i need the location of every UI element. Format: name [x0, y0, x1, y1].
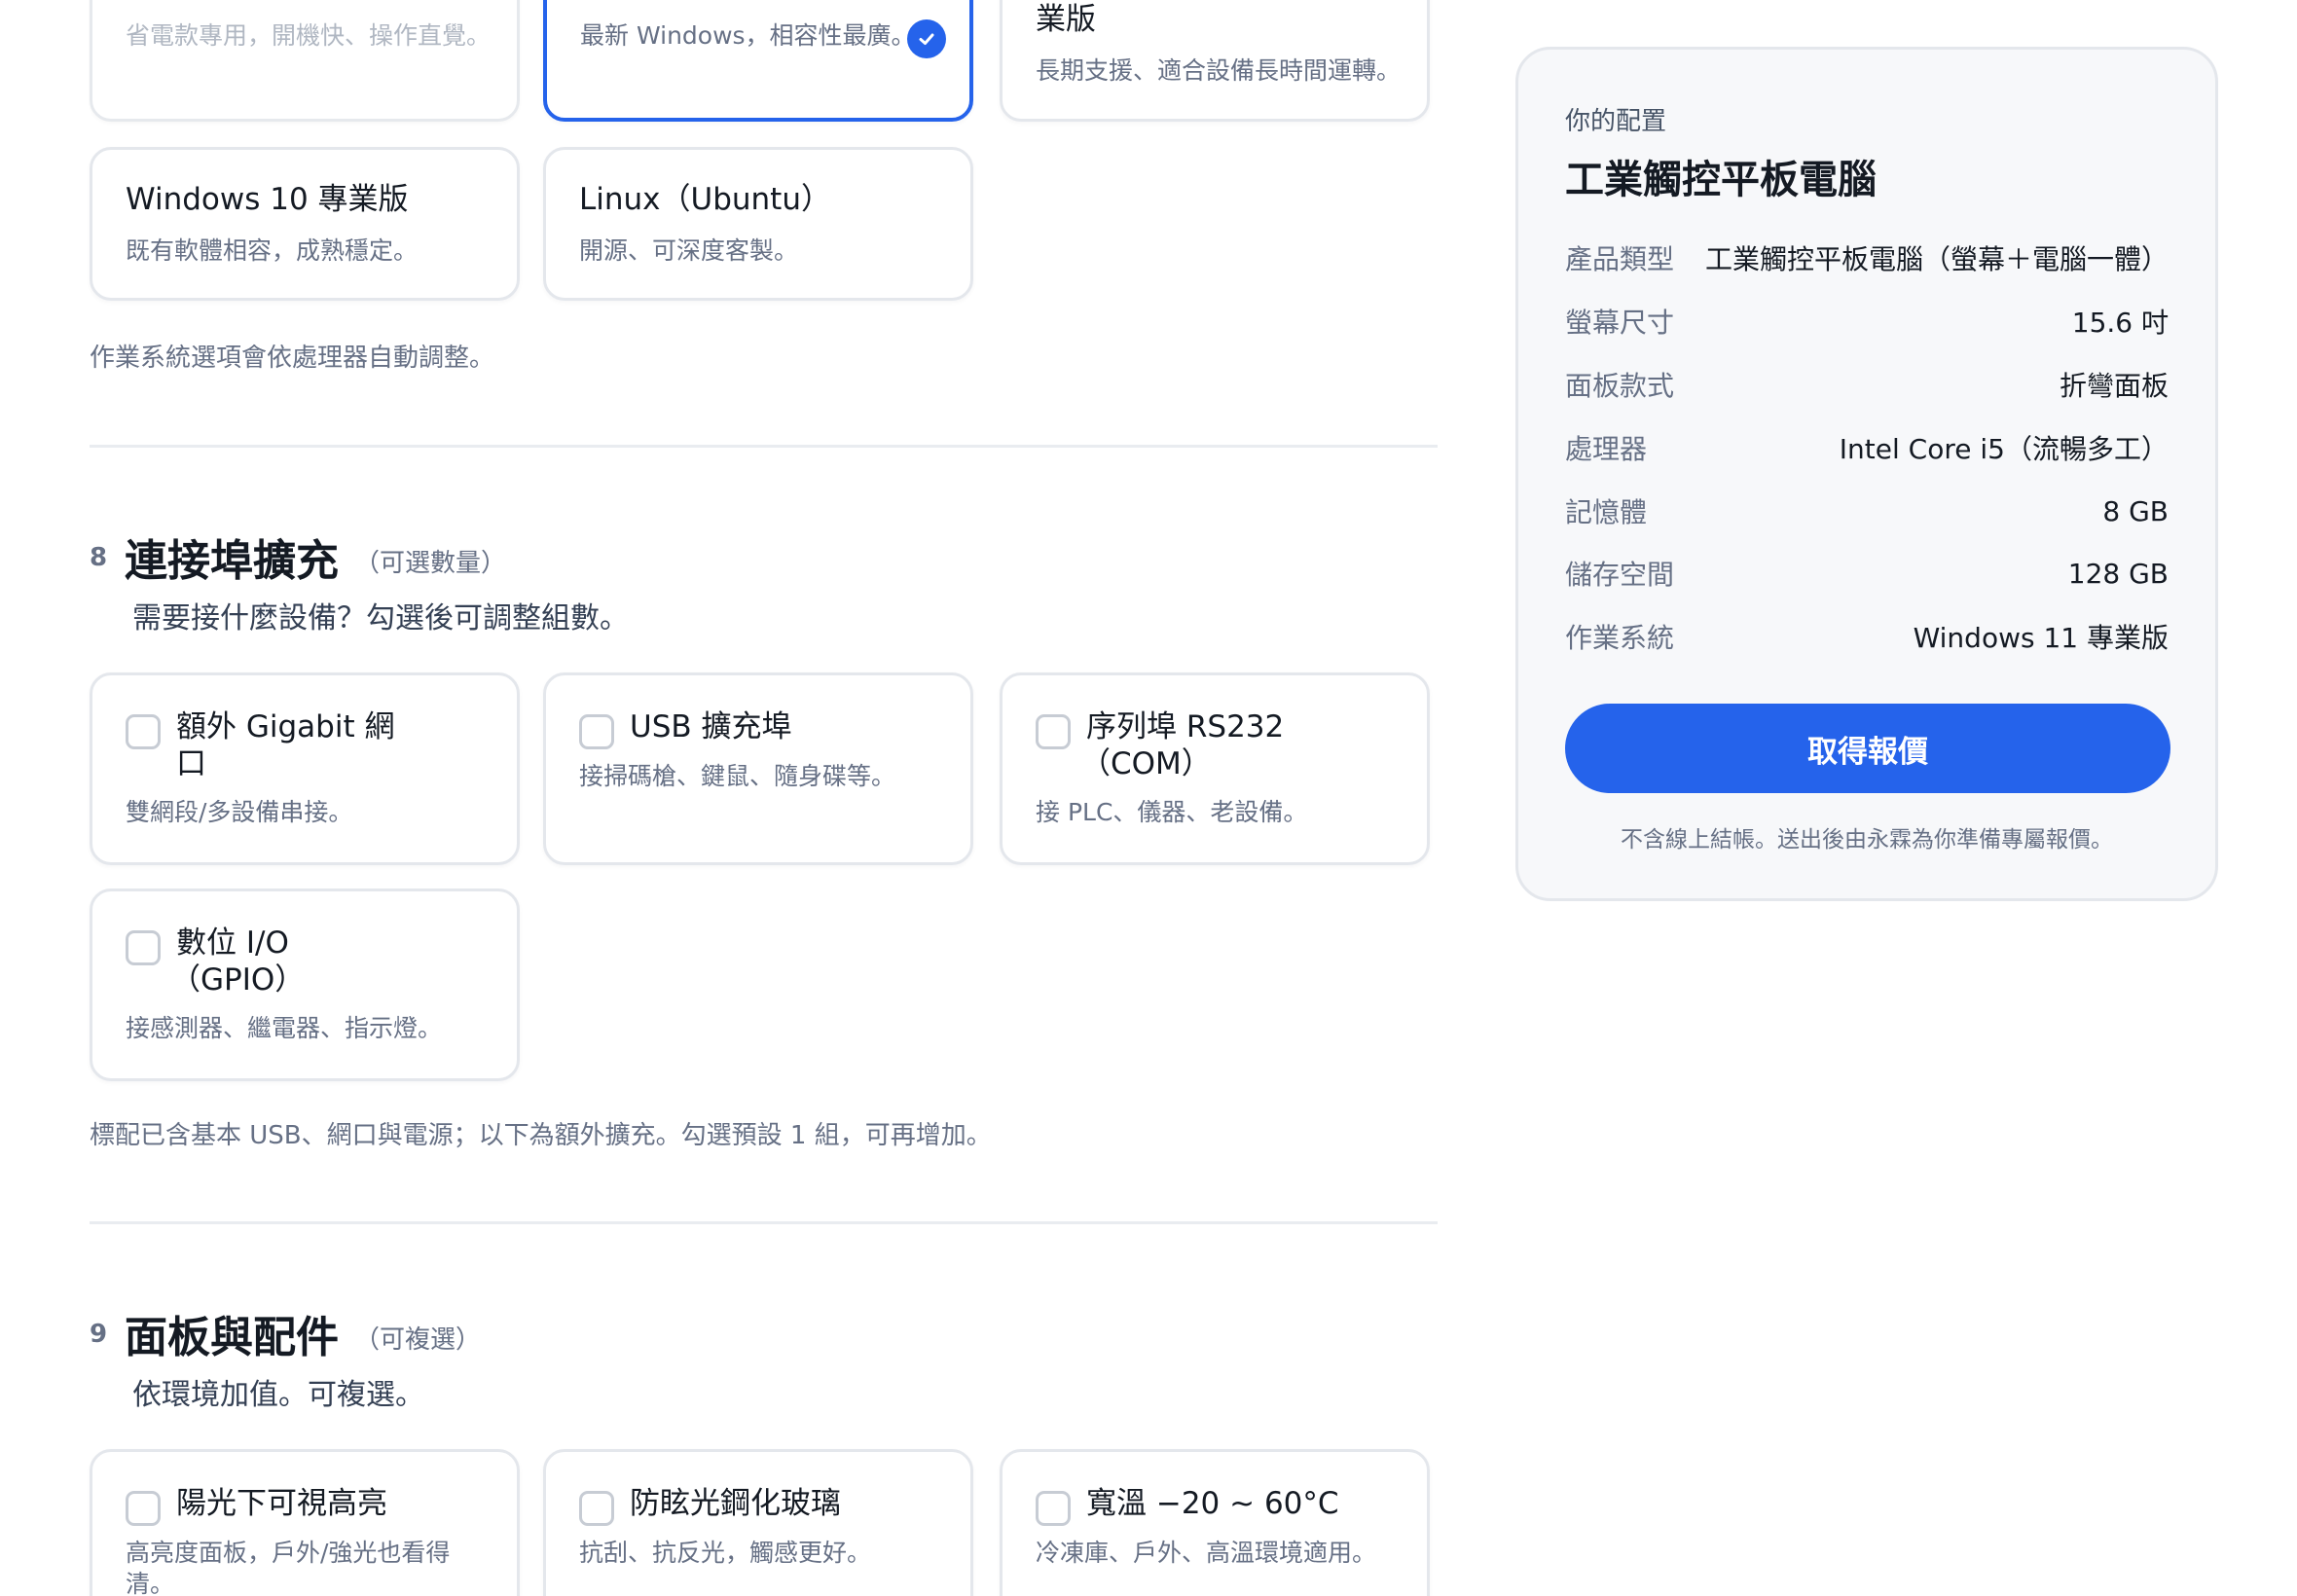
ports-note: 標配已含基本 USB、網口與電源；以下為額外擴充。勾選預設 1 組，可再增加。 — [90, 1121, 992, 1150]
get-quote-button[interactable]: 取得報價 — [1565, 704, 2170, 793]
os-option-card-lite[interactable]: 省電款專用，開機快、操作直覺。 — [90, 0, 520, 122]
summary-eyebrow: 你的配置 — [1565, 107, 1667, 136]
summary-row-value: 工業觸控平板電腦（螢幕＋電腦一體） — [1704, 243, 2169, 275]
section-divider — [90, 1221, 1438, 1224]
os-note: 作業系統選項會依處理器自動調整。 — [90, 344, 495, 373]
port-option-desc: 接掃碼槍、鍵鼠、隨身碟等。 — [579, 762, 896, 790]
os-option-title: 業版 — [1036, 2, 1096, 37]
os-option-card-win11[interactable]: 最新 Windows，相容性最廣。 — [543, 0, 973, 122]
os-option-desc: 省電款專用，開機快、操作直覺。 — [126, 21, 492, 50]
panel-option-desc-cont: 清。 — [126, 1570, 175, 1596]
port-option-usb[interactable]: USB 擴充埠 接掃碼槍、鍵鼠、隨身碟等。 — [543, 672, 973, 865]
checkbox[interactable] — [579, 714, 614, 749]
summary-row-value: Windows 11 專業版 — [1913, 622, 2169, 654]
port-option-gpio[interactable]: 數位 I/O （GPIO） 接感測器、繼電器、指示燈。 — [90, 889, 520, 1081]
summary-row-value: Intel Core i5（流暢多工） — [1839, 433, 2169, 465]
summary-row: 作業系統 Windows 11 專業版 — [1565, 617, 2169, 656]
summary-fine-print: 不含線上結帳。送出後由永霖為你準備專屬報價。 — [1621, 827, 2113, 852]
panel-option-title: 防眩光鋼化玻璃 — [630, 1486, 841, 1521]
section-subtitle: 依環境加值。可複選。 — [132, 1378, 424, 1412]
port-option-title-cont: （GPIO） — [170, 962, 306, 998]
checkbox[interactable] — [126, 1491, 161, 1526]
checkbox[interactable] — [126, 714, 161, 749]
summary-row-key: 作業系統 — [1565, 622, 1675, 654]
summary-row-value: 128 GB — [2067, 557, 2169, 590]
section-tag: （可選數量） — [354, 549, 507, 578]
checkbox[interactable] — [126, 930, 161, 965]
port-option-title: USB 擴充埠 — [630, 709, 792, 744]
panel-option-title: 寬溫 −20 ~ 60°C — [1086, 1486, 1339, 1521]
section-tag: （可複選） — [354, 1325, 482, 1355]
summary-row-value: 8 GB — [2102, 494, 2169, 527]
os-option-desc: 最新 Windows，相容性最廣。 — [580, 21, 916, 50]
panel-option-sunlight[interactable]: 陽光下可視高亮 高亮度面板，戶外/強光也看得 清。 — [90, 1449, 520, 1596]
summary-row-key: 面板款式 — [1565, 370, 1675, 402]
os-option-desc: 開源、可深度客製。 — [579, 236, 799, 265]
panel-option-antiglare[interactable]: 防眩光鋼化玻璃 抗刮、抗反光，觸感更好。 — [543, 1449, 973, 1596]
os-option-title: Windows 10 專業版 — [126, 182, 409, 217]
summary-row: 產品類型 工業觸控平板電腦（螢幕＋電腦一體） — [1565, 238, 2169, 277]
panel-option-desc: 冷凍庫、戶外、高溫環境適用。 — [1036, 1539, 1377, 1567]
panel-option-title: 陽光下可視高亮 — [176, 1486, 387, 1521]
panel-option-desc: 高亮度面板，戶外/強光也看得 — [126, 1539, 451, 1567]
checkbox[interactable] — [579, 1491, 614, 1526]
section-title: 面板與配件 — [125, 1313, 339, 1362]
checkbox[interactable] — [1036, 714, 1071, 749]
section-title: 連接埠擴充 — [125, 536, 339, 586]
summary-row-key: 記憶體 — [1565, 496, 1648, 528]
port-option-title-cont: （COM） — [1080, 746, 1212, 781]
config-summary-panel: 你的配置 工業觸控平板電腦 產品類型 工業觸控平板電腦（螢幕＋電腦一體） 螢幕尺… — [1515, 47, 2218, 901]
summary-row-key: 螢幕尺寸 — [1565, 307, 1675, 339]
os-option-desc: 長期支援、適合設備長時間運轉。 — [1036, 56, 1402, 85]
summary-row: 螢幕尺寸 15.6 吋 — [1565, 302, 2169, 341]
section-number: 8 — [90, 543, 108, 572]
section-subtitle: 需要接什麼設備？勾選後可調整組數。 — [132, 601, 629, 635]
checkbox[interactable] — [1036, 1491, 1071, 1526]
port-option-desc: 接感測器、繼電器、指示燈。 — [126, 1014, 443, 1042]
panel-option-widetemp[interactable]: 寬溫 −20 ~ 60°C 冷凍庫、戶外、高溫環境適用。 — [1000, 1449, 1430, 1596]
port-option-title: 數位 I/O — [176, 925, 289, 961]
summary-row-key: 儲存空間 — [1565, 559, 1675, 591]
summary-row-key: 處理器 — [1565, 433, 1648, 465]
summary-row-value: 15.6 吋 — [2071, 307, 2169, 339]
os-option-card-ltsc[interactable]: 業版 長期支援、適合設備長時間運轉。 — [1000, 0, 1430, 122]
os-option-desc: 既有軟體相容，成熟穩定。 — [126, 236, 419, 265]
summary-row: 儲存空間 128 GB — [1565, 554, 2169, 593]
port-option-rs232[interactable]: 序列埠 RS232 （COM） 接 PLC、儀器、老設備。 — [1000, 672, 1430, 865]
port-option-desc: 雙網段/多設備串接。 — [126, 798, 353, 826]
port-option-gigabit[interactable]: 額外 Gigabit 網 口 雙網段/多設備串接。 — [90, 672, 520, 865]
summary-row-key: 產品類型 — [1565, 243, 1675, 275]
port-option-title-cont: 口 — [176, 746, 206, 781]
summary-row: 記憶體 8 GB — [1565, 491, 2169, 530]
panel-option-desc: 抗刮、抗反光，觸感更好。 — [579, 1539, 872, 1567]
os-option-card-win10[interactable]: Windows 10 專業版 既有軟體相容，成熟穩定。 — [90, 147, 520, 301]
os-option-title: Linux（Ubuntu） — [579, 182, 831, 217]
port-option-desc: 接 PLC、儀器、老設備。 — [1036, 798, 1308, 826]
check-icon — [907, 19, 946, 58]
port-option-title: 額外 Gigabit 網 — [176, 709, 395, 744]
section-number: 9 — [90, 1320, 108, 1349]
port-option-title: 序列埠 RS232 — [1086, 709, 1285, 744]
summary-row: 面板款式 折彎面板 — [1565, 365, 2169, 404]
summary-row: 處理器 Intel Core i5（流暢多工） — [1565, 428, 2169, 467]
os-option-card-linux[interactable]: Linux（Ubuntu） 開源、可深度客製。 — [543, 147, 973, 301]
summary-row-value: 折彎面板 — [2059, 370, 2169, 402]
summary-title: 工業觸控平板電腦 — [1565, 158, 1877, 202]
section-divider — [90, 445, 1438, 448]
